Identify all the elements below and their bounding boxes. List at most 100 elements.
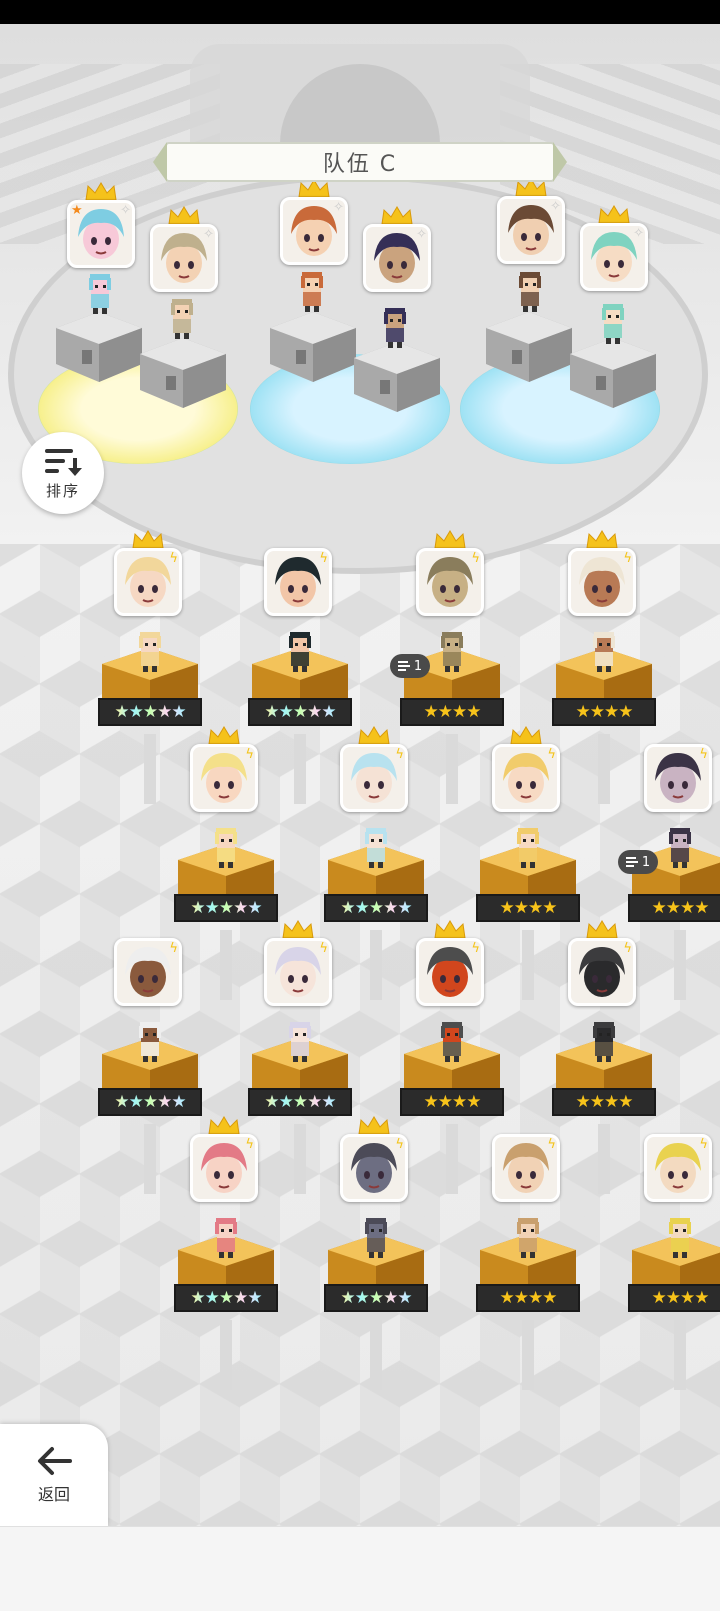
crown-icon bbox=[207, 1116, 241, 1136]
hero-portrait[interactable]: ✧ bbox=[497, 196, 565, 264]
crown-icon bbox=[597, 205, 631, 225]
stone-pedestal bbox=[266, 310, 360, 384]
hero-portrait[interactable]: ϟ bbox=[114, 938, 182, 1006]
pedestal-pole bbox=[446, 734, 458, 804]
star-rating: ★★★★★ bbox=[248, 1088, 352, 1116]
hero-sprite bbox=[435, 1020, 469, 1064]
star-rating: ★★★★★ bbox=[174, 894, 278, 922]
hero-sprite bbox=[283, 630, 317, 674]
star-glyphs: ★★★★★ bbox=[190, 897, 262, 918]
star-rating: ★★★★★ bbox=[324, 894, 428, 922]
team-badge-number: 1 bbox=[641, 854, 651, 870]
hero-portrait[interactable]: ϟ bbox=[340, 744, 408, 812]
hero-portrait[interactable]: ✧ bbox=[363, 224, 431, 292]
sort-button[interactable]: 排序 bbox=[22, 432, 104, 514]
hero-portrait[interactable]: ϟ bbox=[416, 938, 484, 1006]
star-rating: ★★★★ bbox=[476, 1284, 580, 1312]
pedestal-pole bbox=[220, 930, 232, 1000]
hero-portrait[interactable]: ϟ bbox=[114, 548, 182, 616]
pedestal-pole bbox=[674, 1320, 686, 1390]
crown-icon bbox=[281, 920, 315, 940]
star-rating: ★★★★ bbox=[400, 698, 504, 726]
pedestal-pole bbox=[294, 734, 306, 804]
hero-portrait[interactable]: ϟ bbox=[190, 744, 258, 812]
pedestal-pole bbox=[144, 734, 156, 804]
stone-pedestal bbox=[52, 310, 146, 384]
hero-portrait[interactable]: ϟ bbox=[568, 548, 636, 616]
pedestal-pole bbox=[446, 1124, 458, 1194]
hero-sprite bbox=[209, 1216, 243, 1260]
crown-icon bbox=[433, 530, 467, 550]
star-glyphs: ★★★★ bbox=[651, 1287, 710, 1308]
lightning-icon: ϟ bbox=[623, 941, 632, 956]
hero-portrait[interactable]: ϟ bbox=[264, 548, 332, 616]
hero-sprite bbox=[663, 1216, 697, 1260]
star-glyphs: ★★★★★ bbox=[190, 1287, 262, 1308]
hero-portrait[interactable]: ϟ bbox=[644, 744, 712, 812]
hero-portrait[interactable]: ϟ bbox=[190, 1134, 258, 1202]
lightning-icon: ϟ bbox=[245, 1137, 254, 1152]
star-rating: ★★★★ bbox=[476, 894, 580, 922]
hero-sprite bbox=[511, 1216, 545, 1260]
team-title-banner: 队伍 C bbox=[153, 142, 567, 182]
lightning-icon: ϟ bbox=[623, 551, 632, 566]
hero-portrait[interactable]: ✧ bbox=[280, 197, 348, 265]
hero-portrait[interactable]: ϟ bbox=[340, 1134, 408, 1202]
team-badge-number: 1 bbox=[413, 658, 423, 674]
lightning-icon: ϟ bbox=[395, 747, 404, 762]
star-glyphs: ★★★★★ bbox=[340, 897, 412, 918]
hero-portrait[interactable]: ϟ bbox=[492, 744, 560, 812]
sparkle-icon: ✧ bbox=[550, 199, 561, 214]
hero-sprite bbox=[596, 302, 630, 346]
pedestal-pole bbox=[598, 1124, 610, 1194]
hero-sprite bbox=[83, 272, 117, 316]
crown-icon bbox=[167, 206, 201, 226]
navigation-bar bbox=[0, 1526, 720, 1611]
hero-sprite bbox=[587, 630, 621, 674]
pedestal-pole bbox=[220, 1320, 232, 1390]
sparkle-icon: ✧ bbox=[633, 226, 644, 241]
hero-portrait[interactable]: ϟ bbox=[644, 1134, 712, 1202]
star-rating: ★★★★★ bbox=[248, 698, 352, 726]
lightning-icon: ϟ bbox=[699, 1137, 708, 1152]
hero-sprite bbox=[209, 826, 243, 870]
stone-pedestal bbox=[482, 310, 576, 384]
hero-sprite bbox=[511, 826, 545, 870]
lightning-icon: ϟ bbox=[319, 941, 328, 956]
team-icon bbox=[625, 857, 638, 867]
hero-sprite bbox=[359, 1216, 393, 1260]
star-glyphs: ★★★★ bbox=[575, 1091, 634, 1112]
hero-portrait[interactable]: ϟ bbox=[492, 1134, 560, 1202]
arrow-left-icon bbox=[38, 1447, 72, 1475]
star-rating: ★★★★ bbox=[400, 1088, 504, 1116]
back-button-label: 返回 bbox=[37, 1485, 70, 1504]
hero-portrait[interactable]: ✧ bbox=[150, 224, 218, 292]
hero-sprite bbox=[133, 630, 167, 674]
hero-portrait[interactable]: ✧ ★ bbox=[67, 200, 135, 268]
star-glyphs: ★★★★★ bbox=[114, 1091, 186, 1112]
hero-portrait[interactable]: ✧ bbox=[580, 223, 648, 291]
star-rating: ★★★★★ bbox=[324, 1284, 428, 1312]
pedestal-pole bbox=[144, 1124, 156, 1194]
lightning-icon: ϟ bbox=[395, 1137, 404, 1152]
team-badge: 1 bbox=[390, 654, 430, 678]
stone-pedestal bbox=[136, 336, 230, 410]
star-rating: ★★★★ bbox=[628, 1284, 720, 1312]
pedestal-pole bbox=[370, 1320, 382, 1390]
lightning-icon: ϟ bbox=[699, 747, 708, 762]
hero-portrait[interactable]: ϟ bbox=[264, 938, 332, 1006]
hero-sprite bbox=[378, 306, 412, 350]
hero-portrait[interactable]: ϟ bbox=[568, 938, 636, 1006]
pedestal-pole bbox=[522, 930, 534, 1000]
team-badge: 1 bbox=[618, 850, 658, 874]
hero-portrait[interactable]: ϟ bbox=[416, 548, 484, 616]
star-rating: ★★★★★ bbox=[98, 1088, 202, 1116]
hero-sprite bbox=[663, 826, 697, 870]
hero-sprite bbox=[359, 826, 393, 870]
hero-sprite bbox=[283, 1020, 317, 1064]
crown-icon bbox=[357, 726, 391, 746]
back-button[interactable]: 返回 bbox=[0, 1424, 108, 1526]
lightning-icon: ϟ bbox=[169, 551, 178, 566]
crown-icon bbox=[131, 530, 165, 550]
crown-icon bbox=[433, 920, 467, 940]
